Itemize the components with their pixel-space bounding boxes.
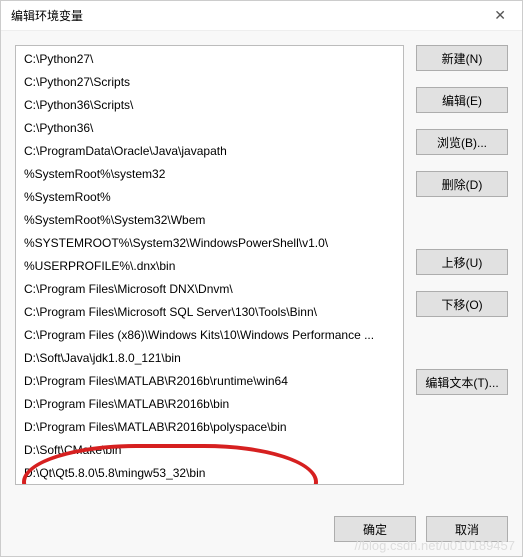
list-item[interactable]: D:\Program Files\MATLAB\R2016b\polyspace… [16,416,403,439]
cancel-button[interactable]: 取消 [426,516,508,542]
browse-button[interactable]: 浏览(B)... [416,129,508,155]
list-item[interactable]: C:\Python36\ [16,117,403,140]
edit-text-button[interactable]: 编辑文本(T)... [416,369,508,395]
list-item[interactable]: D:\Program Files\MATLAB\R2016b\runtime\w… [16,370,403,393]
list-item[interactable]: D:\Soft\CMake\bin [16,439,403,462]
list-item[interactable]: C:\Python36\Scripts\ [16,94,403,117]
dialog-footer: 确定 取消 [1,506,522,556]
dialog-body: C:\Python27\C:\Python27\ScriptsC:\Python… [1,31,522,506]
list-item[interactable]: C:\Program Files (x86)\Windows Kits\10\W… [16,324,403,347]
titlebar: 编辑环境变量 ✕ [1,1,522,31]
ok-button[interactable]: 确定 [334,516,416,542]
list-item[interactable]: %USERPROFILE%\.dnx\bin [16,255,403,278]
list-item[interactable]: %SystemRoot%\system32 [16,163,403,186]
list-item[interactable]: C:\Program Files\Microsoft DNX\Dnvm\ [16,278,403,301]
list-item[interactable]: %SystemRoot%\System32\Wbem [16,209,403,232]
list-item[interactable]: C:\Python27\ [16,48,403,71]
list-item[interactable]: C:\Python27\Scripts [16,71,403,94]
edit-button[interactable]: 编辑(E) [416,87,508,113]
close-icon[interactable]: ✕ [488,5,512,26]
new-button[interactable]: 新建(N) [416,45,508,71]
delete-button[interactable]: 删除(D) [416,171,508,197]
move-down-button[interactable]: 下移(O) [416,291,508,317]
path-listbox[interactable]: C:\Python27\C:\Python27\ScriptsC:\Python… [15,45,404,485]
list-item[interactable]: C:\Program Files\Microsoft SQL Server\13… [16,301,403,324]
dialog-title: 编辑环境变量 [11,7,83,24]
list-item[interactable]: D:\Program Files\MATLAB\R2016b\bin [16,393,403,416]
list-item[interactable]: D:\Qt\Qt5.8.0\5.8\mingw53_32\bin [16,462,403,485]
list-item[interactable]: D:\Soft\Java\jdk1.8.0_121\bin [16,347,403,370]
side-buttons: 新建(N) 编辑(E) 浏览(B)... 删除(D) 上移(U) 下移(O) 编… [416,45,508,506]
list-item[interactable]: C:\ProgramData\Oracle\Java\javapath [16,140,403,163]
edit-env-var-dialog: 编辑环境变量 ✕ C:\Python27\C:\Python27\Scripts… [0,0,523,557]
list-item[interactable]: %SYSTEMROOT%\System32\WindowsPowerShell\… [16,232,403,255]
list-item[interactable]: %SystemRoot% [16,186,403,209]
move-up-button[interactable]: 上移(U) [416,249,508,275]
